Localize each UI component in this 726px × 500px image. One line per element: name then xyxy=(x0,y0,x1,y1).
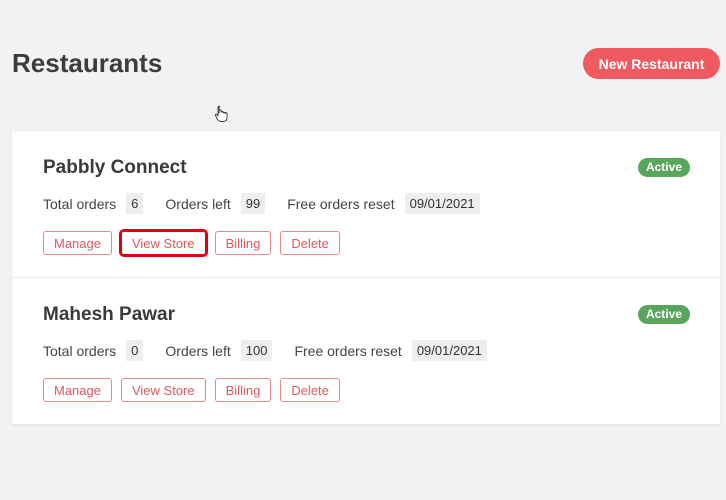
billing-button[interactable]: Billing xyxy=(214,378,272,402)
page-title: Restaurants xyxy=(12,48,163,78)
total-orders-value: 6 xyxy=(126,193,144,214)
restaurant-item: Pabbly Connect Active Total orders 6 Ord… xyxy=(12,131,720,278)
hand-pointer-icon xyxy=(215,105,228,122)
delete-button[interactable]: Delete xyxy=(280,378,340,402)
free-orders-reset-value: 09/01/2021 xyxy=(411,340,487,361)
free-orders-reset-label: Free orders reset xyxy=(294,342,402,359)
restaurant-stats: Total orders 0 Orders left 100 Free orde… xyxy=(43,340,487,361)
restaurant-stats: Total orders 6 Orders left 99 Free order… xyxy=(43,193,480,214)
restaurant-name: Mahesh Pawar xyxy=(43,304,175,325)
orders-left-value: 99 xyxy=(240,193,266,214)
manage-button[interactable]: Manage xyxy=(43,378,112,402)
manage-button[interactable]: Manage xyxy=(43,231,112,255)
free-orders-reset-label: Free orders reset xyxy=(287,195,395,212)
delete-button[interactable]: Delete xyxy=(280,231,340,255)
total-orders-label: Total orders xyxy=(43,342,117,359)
view-store-button[interactable]: View Store xyxy=(120,378,206,402)
orders-left-label: Orders left xyxy=(165,195,231,212)
restaurants-card: Pabbly Connect Active Total orders 6 Ord… xyxy=(12,131,720,424)
restaurant-item: Mahesh Pawar Active Total orders 0 Order… xyxy=(12,278,720,424)
total-orders-value: 0 xyxy=(126,340,144,361)
restaurant-actions: Manage View Store Billing Delete xyxy=(43,229,349,257)
total-orders-label: Total orders xyxy=(43,195,117,212)
orders-left-value: 100 xyxy=(240,340,273,361)
billing-button[interactable]: Billing xyxy=(214,231,272,255)
free-orders-reset-value: 09/01/2021 xyxy=(404,193,480,214)
restaurant-name: Pabbly Connect xyxy=(43,157,187,178)
new-restaurant-button[interactable]: New Restaurant xyxy=(583,48,720,79)
status-badge: Active xyxy=(637,158,690,177)
orders-left-label: Orders left xyxy=(165,342,231,359)
view-store-button[interactable]: View Store xyxy=(118,229,208,257)
status-badge: Active xyxy=(637,305,690,324)
restaurant-actions: Manage View Store Billing Delete xyxy=(43,378,349,402)
